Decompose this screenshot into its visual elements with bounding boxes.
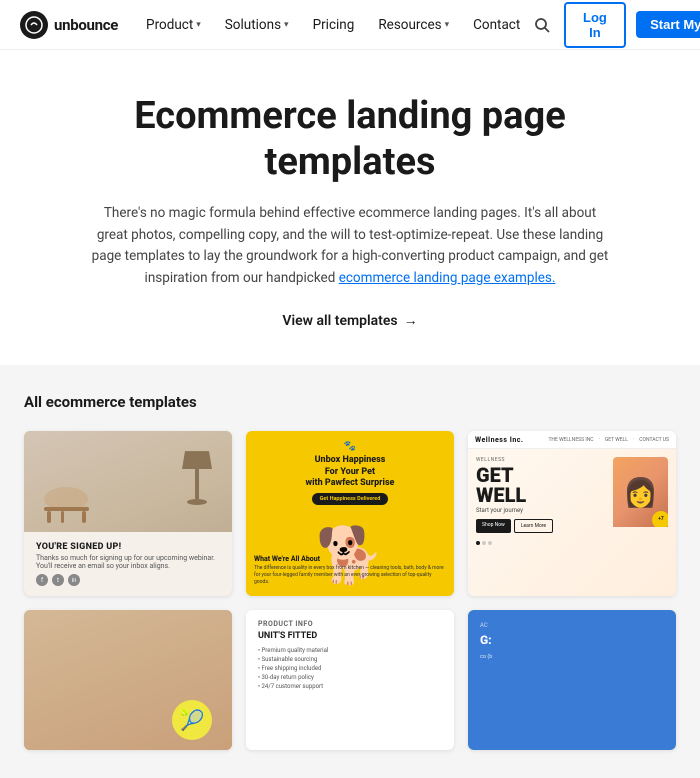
product-info-title: UNIT'S FITTED	[258, 631, 442, 641]
hero-link[interactable]: ecommerce landing page examples.	[339, 270, 556, 286]
view-all-templates-cta[interactable]: View all templates →	[282, 312, 417, 329]
card3-buttons: Shop Now Learn More	[476, 519, 607, 533]
template-card-signup[interactable]: YOU'RE SIGNED UP! Thanks so much for sig…	[24, 431, 232, 596]
lamp-pole-icon	[195, 469, 199, 499]
card3-nav-separator: ·	[599, 437, 600, 443]
card2-icon-row: 🐾	[256, 441, 444, 452]
nav-product[interactable]: Product ▾	[136, 11, 211, 39]
hero-description: There's no magic formula behind effectiv…	[90, 203, 610, 289]
twitter-icon: t	[52, 574, 64, 586]
template-card-product-info[interactable]: PRODUCT INFO UNIT'S FITTED • Premium qua…	[246, 610, 454, 750]
card2-header: 🐾 Unbox HappinessFor Your Petwith Pawfec…	[256, 441, 444, 508]
nav-pricing[interactable]: Pricing	[303, 11, 365, 39]
card3-nav-separator2: ·	[633, 437, 634, 443]
card2-bottom-section: What We're All About The difference is q…	[254, 555, 446, 586]
nav-links: Product ▾ Solutions ▾ Pricing Resources …	[136, 11, 530, 39]
arrow-icon: →	[404, 312, 418, 329]
product-info-label: PRODUCT INFO	[258, 620, 442, 628]
product-info-list: • Premium quality material • Sustainable…	[258, 647, 442, 690]
dot-3	[488, 541, 492, 545]
hero-section: Ecommerce landing page templates There's…	[0, 50, 700, 365]
card3-hero-image: 👩 +7	[613, 457, 668, 527]
card3-discount-badge: +7	[652, 511, 668, 527]
card3-nav-item2: GET WELL	[605, 437, 628, 443]
card3-brand-logo: Wellness Inc.	[475, 436, 523, 444]
product-feature-2: • Sustainable sourcing	[258, 656, 442, 663]
card1-subtitle: Thanks so much for signing up for our up…	[36, 554, 220, 570]
solutions-chevron-icon: ▾	[284, 20, 289, 30]
template-card-pet[interactable]: 🐾 Unbox HappinessFor Your Petwith Pawfec…	[246, 431, 454, 596]
templates-section: All ecommerce templates	[0, 365, 700, 778]
templates-grid-bottom: 🎾 PRODUCT INFO UNIT'S FITTED • Premium q…	[24, 610, 676, 750]
template-card-wellness[interactable]: Wellness Inc. THE WELLNESS INC · GET WEL…	[468, 431, 676, 596]
product-feature-1: • Premium quality material	[258, 647, 442, 654]
product-feature-4: • 30-day return policy	[258, 674, 442, 681]
card1-overlay: YOU'RE SIGNED UP! Thanks so much for sig…	[24, 532, 232, 596]
product-info-content: PRODUCT INFO UNIT'S FITTED • Premium qua…	[246, 610, 454, 700]
dot-2	[482, 541, 486, 545]
person-emoji-icon: 👩	[623, 476, 658, 509]
instagram-icon: in	[68, 574, 80, 586]
trial-button[interactable]: Start My Free Trial	[636, 11, 700, 38]
login-button[interactable]: Log In	[564, 2, 626, 48]
lamp-illustration	[182, 451, 212, 511]
card2-about-text: The difference is quality in every box f…	[254, 565, 446, 586]
paw-icon: 🐾	[344, 441, 356, 452]
resources-chevron-icon: ▾	[445, 20, 450, 30]
nav-contact[interactable]: Contact	[463, 11, 530, 39]
product-feature-3: • Free shipping included	[258, 665, 442, 672]
card3-right-content: 👩 +7	[613, 457, 668, 596]
partial-card-title: G:	[480, 633, 664, 647]
product-feature-5: • 24/7 customer support	[258, 683, 442, 690]
card3-headline: GETWELL	[476, 465, 607, 505]
nav-actions: Log In Start My Free Trial	[530, 2, 700, 48]
template-card-partial[interactable]: Ac G: co (b	[468, 610, 676, 750]
product-chevron-icon: ▾	[196, 20, 201, 30]
lamp-base-icon	[187, 499, 207, 505]
nav-resources[interactable]: Resources ▾	[368, 11, 459, 39]
card1-title: YOU'RE SIGNED UP!	[36, 542, 220, 552]
lamp-shade-icon	[182, 451, 212, 469]
card3-pagination-dots	[476, 541, 607, 545]
search-button[interactable]	[530, 10, 553, 40]
card3-primary-button: Shop Now	[476, 519, 511, 533]
logo-icon	[20, 11, 48, 39]
card3-subtext: Start your journey	[476, 507, 607, 514]
nav-solutions[interactable]: Solutions ▾	[215, 11, 299, 39]
dot-1	[476, 541, 480, 545]
card3-header: Wellness Inc. THE WELLNESS INC · GET WEL…	[468, 431, 676, 449]
card2-title: Unbox HappinessFor Your Petwith Pawfect …	[256, 455, 444, 490]
card3-secondary-button: Learn More	[514, 519, 553, 533]
logo[interactable]: unbounce	[20, 11, 118, 39]
card2-cta: Get Happiness Delivered	[312, 493, 389, 505]
navbar: unbounce Product ▾ Solutions ▾ Pricing R…	[0, 0, 700, 50]
tennis-ball-icon: 🎾	[172, 700, 212, 740]
card3-nav: THE WELLNESS INC · GET WELL · CONTACT US	[548, 437, 669, 443]
hero-title: Ecommerce landing page templates	[80, 94, 620, 185]
logo-text: unbounce	[54, 16, 118, 34]
templates-grid: YOU'RE SIGNED UP! Thanks so much for sig…	[24, 431, 676, 596]
card3-hero: wellness GETWELL Start your journey Shop…	[468, 449, 676, 596]
partial-card-desc: co (b	[480, 653, 664, 661]
chair-illustration	[39, 479, 94, 524]
partial-card-tag: Ac	[480, 622, 664, 629]
section-title: All ecommerce templates	[24, 393, 676, 411]
facebook-icon: f	[36, 574, 48, 586]
template-card-sport[interactable]: 🎾	[24, 610, 232, 750]
card3-nav-item3: CONTACT US	[639, 437, 669, 443]
card3-nav-item: THE WELLNESS INC	[548, 437, 593, 443]
card1-social-icons: f t in	[36, 574, 220, 586]
card2-about-title: What We're All About	[254, 555, 446, 563]
card3-left-content: wellness GETWELL Start your journey Shop…	[476, 457, 607, 596]
